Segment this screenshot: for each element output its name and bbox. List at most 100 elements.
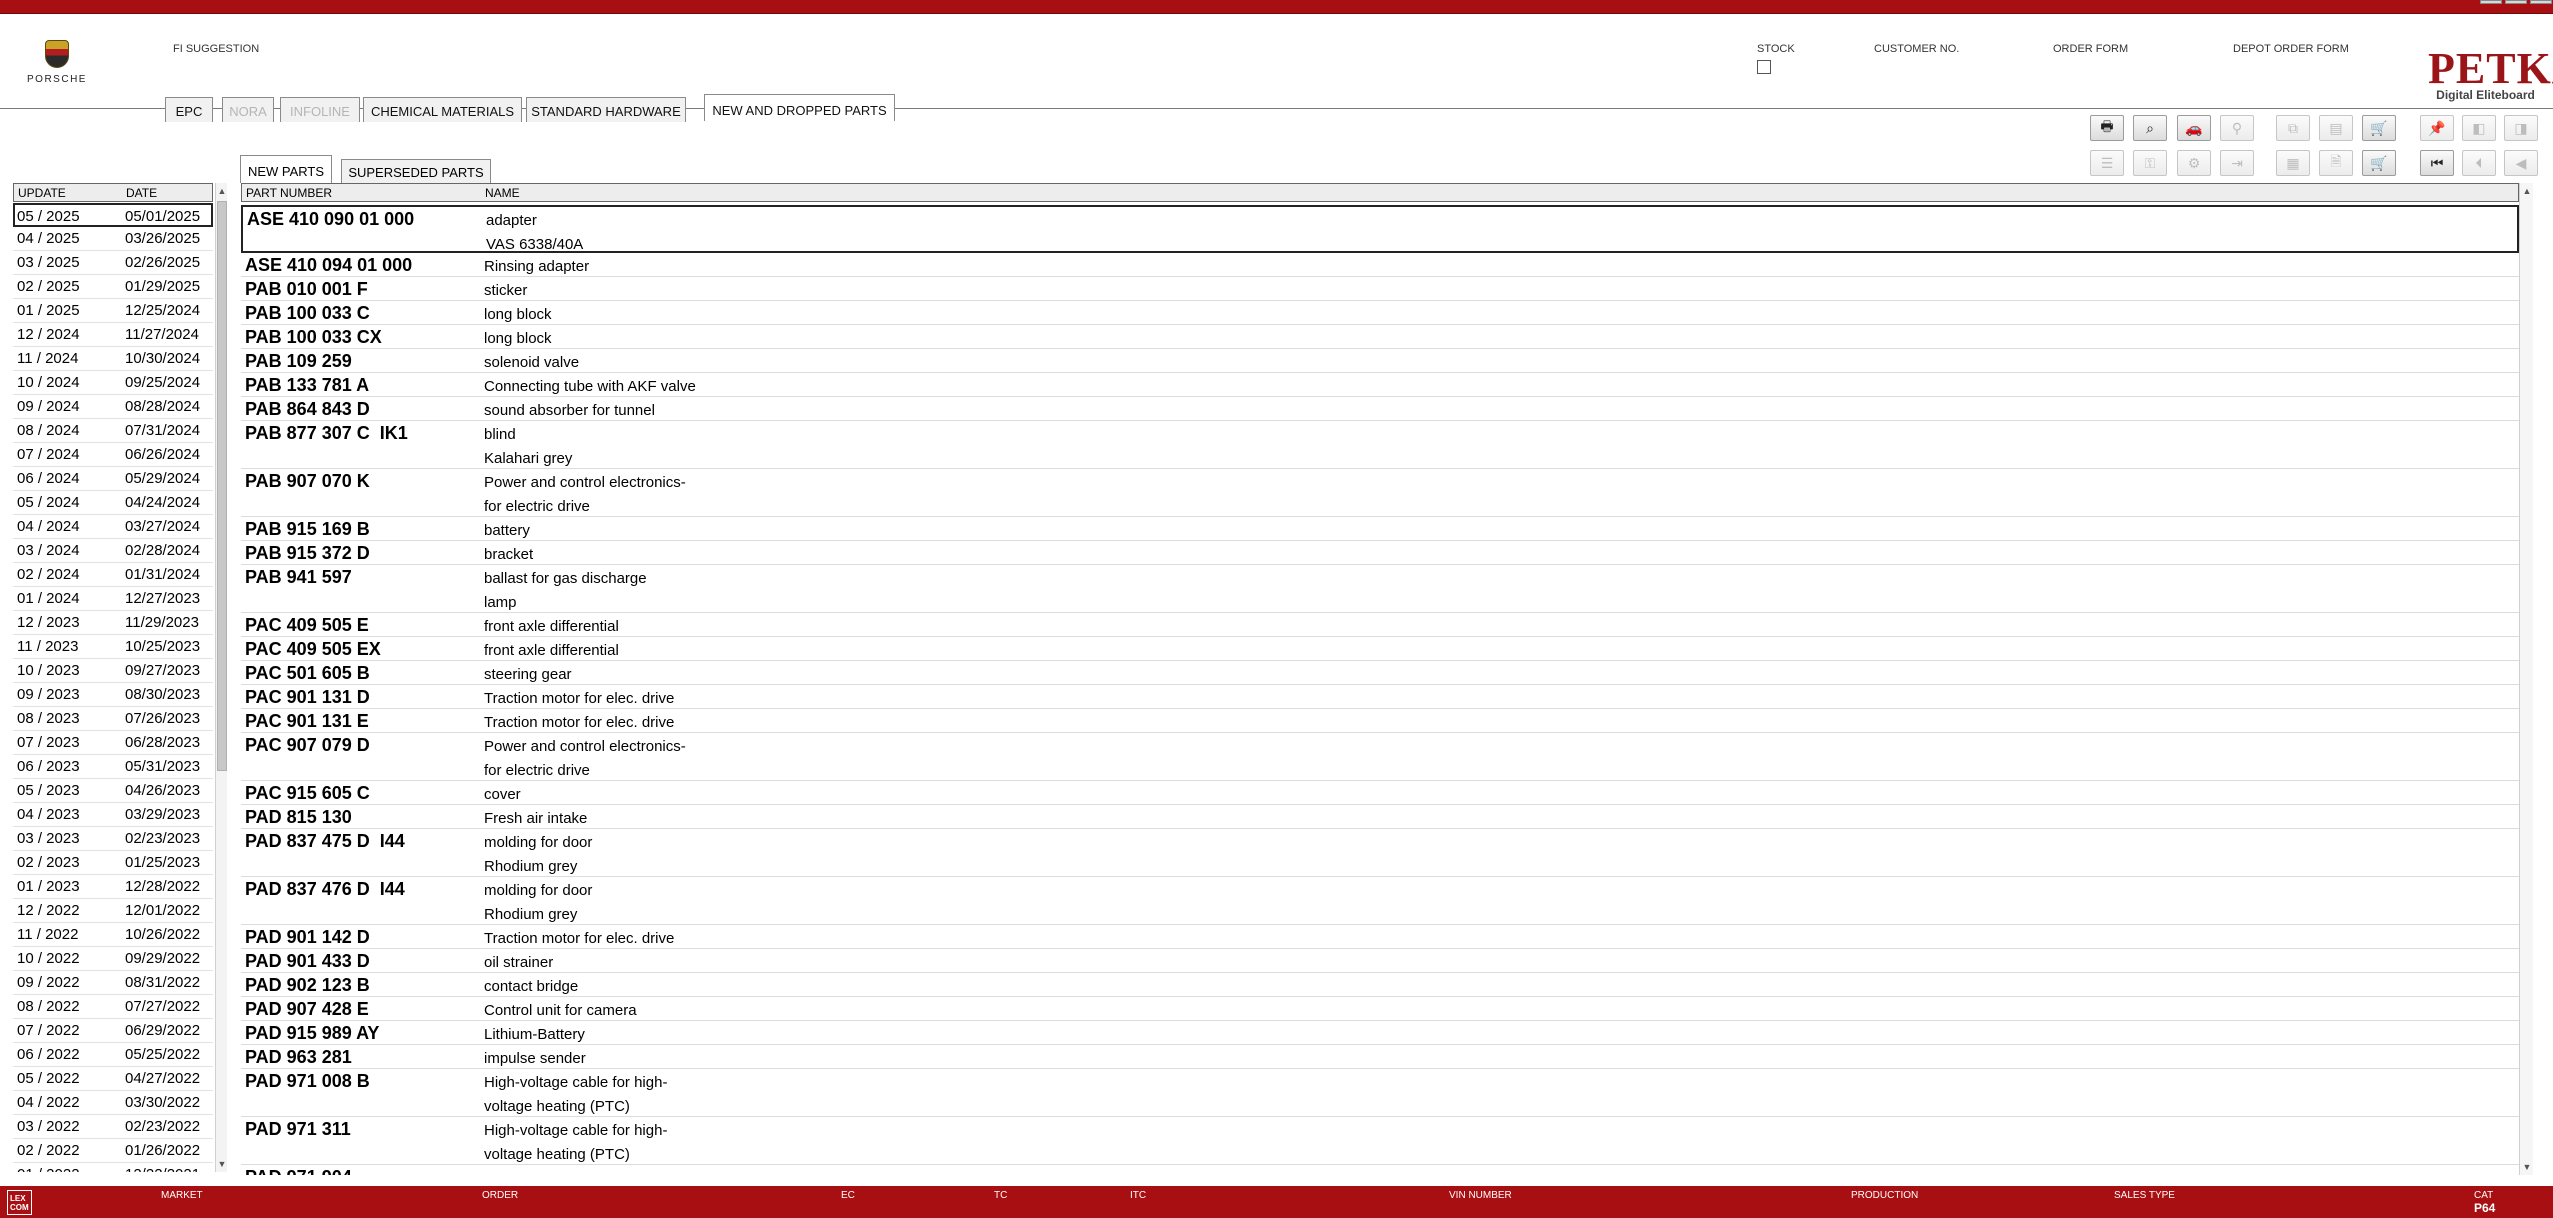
- order-form-label[interactable]: ORDER FORM: [2053, 43, 2128, 55]
- date-list-scroll-thumb[interactable]: [217, 201, 227, 771]
- customer-no-label[interactable]: CUSTOMER NO.: [1874, 43, 1959, 55]
- date-list-item[interactable]: 07 / 2024 06/26/2024: [13, 443, 213, 467]
- table-row[interactable]: PAD 837 476 D I44 molding for door Rhodium…: [241, 877, 2519, 925]
- document-button[interactable]: 🗎: [2319, 150, 2353, 176]
- cart-button[interactable]: 🛒: [2362, 115, 2396, 141]
- date-list-item[interactable]: 06 / 2022 05/25/2022: [13, 1043, 213, 1067]
- table-button[interactable]: ▦: [2276, 150, 2310, 176]
- date-list-item[interactable]: 08 / 2024 07/31/2024: [13, 419, 213, 443]
- production-field[interactable]: PRODUCTION: [1851, 1190, 1918, 1201]
- tab-superseded-parts[interactable]: SUPERSEDED PARTS: [341, 159, 491, 183]
- date-list-item[interactable]: 07 / 2023 06/28/2023: [13, 731, 213, 755]
- tab-new-and-dropped-parts[interactable]: NEW AND DROPPED PARTS: [704, 94, 895, 121]
- table-row[interactable]: PAD 815 130 Fresh air intake: [241, 805, 2519, 829]
- pin-button[interactable]: 📌: [2420, 115, 2454, 141]
- date-list-item[interactable]: 11 / 2022 10/26/2022: [13, 923, 213, 947]
- table-row[interactable]: PAD 907 428 E Control unit for camera: [241, 997, 2519, 1021]
- tab-new-parts[interactable]: NEW PARTS: [240, 155, 332, 183]
- table-row[interactable]: PAB 100 033 CX long block: [241, 325, 2519, 349]
- date-list-item[interactable]: 06 / 2023 05/31/2023: [13, 755, 213, 779]
- tab-nora[interactable]: NORA: [222, 97, 274, 122]
- date-list-item[interactable]: 05 / 2023 04/26/2023: [13, 779, 213, 803]
- magnifier-button[interactable]: ⌕: [2133, 115, 2167, 141]
- part-number-column-header[interactable]: PART NUMBER: [246, 186, 332, 200]
- table-row[interactable]: PAD 902 123 B contact bridge: [241, 973, 2519, 997]
- date-list-item[interactable]: 08 / 2022 07/27/2022: [13, 995, 213, 1019]
- date-list-item[interactable]: 04 / 2024 03/27/2024: [13, 515, 213, 539]
- car-button[interactable]: 🚗: [2177, 115, 2211, 141]
- table-row[interactable]: PAD 915 989 AY Lithium-Battery: [241, 1021, 2519, 1045]
- ec-field[interactable]: EC: [841, 1190, 855, 1201]
- depot-button[interactable]: ▤: [2319, 115, 2353, 141]
- tab-epc[interactable]: EPC: [165, 97, 213, 122]
- date-list-item[interactable]: 05 / 2022 04/27/2022: [13, 1067, 213, 1091]
- table-row[interactable]: PAB 877 307 C IK1 blind Kalahari grey: [241, 421, 2519, 469]
- table-row[interactable]: PAD 901 142 D Traction motor for elec. dr…: [241, 925, 2519, 949]
- table-row[interactable]: PAB 133 781 A Connecting tube with AKF va…: [241, 373, 2519, 397]
- date-list-item[interactable]: 03 / 2023 02/23/2023: [13, 827, 213, 851]
- date-list-item[interactable]: 05 / 2024 04/24/2024: [13, 491, 213, 515]
- table-row[interactable]: ASE 410 094 01 000 Rinsing adapter: [241, 253, 2519, 277]
- table-row[interactable]: PAB 915 169 B battery: [241, 517, 2519, 541]
- maximize-button[interactable]: [2505, 0, 2527, 4]
- date-list-item[interactable]: 12 / 2022 12/01/2022: [13, 899, 213, 923]
- table-row[interactable]: PAB 100 033 C long block: [241, 301, 2519, 325]
- date-list-item[interactable]: 03 / 2024 02/28/2024: [13, 539, 213, 563]
- first-page-button[interactable]: ⏮: [2420, 150, 2454, 176]
- table-row[interactable]: PAB 010 001 F sticker: [241, 277, 2519, 301]
- date-list-item[interactable]: 08 / 2023 07/26/2023: [13, 707, 213, 731]
- table-row[interactable]: PAB 109 259 solenoid valve: [241, 349, 2519, 373]
- scroll-up-icon[interactable]: ▲: [216, 185, 228, 197]
- table-row[interactable]: PAC 901 131 E Traction motor for elec. dr…: [241, 709, 2519, 733]
- tab-standard-hardware[interactable]: STANDARD HARDWARE: [526, 97, 686, 122]
- car-part-button[interactable]: ⚙: [2177, 150, 2211, 176]
- tab-infoline[interactable]: INFOLINE: [280, 97, 360, 122]
- search-car-button[interactable]: ⚲: [2220, 115, 2254, 141]
- network-button[interactable]: ⧉: [2276, 115, 2310, 141]
- date-list-item[interactable]: 12 / 2023 11/29/2023: [13, 611, 213, 635]
- list-button[interactable]: ☰: [2090, 150, 2124, 176]
- date-list-item[interactable]: 05 / 2025 05/01/2025: [13, 203, 213, 227]
- page-right-button[interactable]: ◨: [2504, 115, 2538, 141]
- date-list-item[interactable]: 11 / 2024 10/30/2024: [13, 347, 213, 371]
- key-button[interactable]: ⚿: [2133, 150, 2167, 176]
- name-column-header[interactable]: NAME: [485, 186, 520, 200]
- table-row[interactable]: PAD 963 281 impulse sender: [241, 1045, 2519, 1069]
- date-list-item[interactable]: 06 / 2024 05/29/2024: [13, 467, 213, 491]
- table-row[interactable]: PAD 901 433 D oil strainer: [241, 949, 2519, 973]
- table-row[interactable]: PAC 501 605 B steering gear: [241, 661, 2519, 685]
- date-list-item[interactable]: 09 / 2022 08/31/2022: [13, 971, 213, 995]
- stock-checkbox[interactable]: [1757, 60, 1771, 74]
- market-field[interactable]: MARKET: [161, 1190, 203, 1201]
- date-list-item[interactable]: 04 / 2025 03/26/2025: [13, 227, 213, 251]
- order-field[interactable]: ORDER: [482, 1190, 518, 1201]
- cart-add-button[interactable]: 🛒: [2362, 150, 2396, 176]
- date-list-item[interactable]: 04 / 2022 03/30/2022: [13, 1091, 213, 1115]
- date-list-item[interactable]: 02 / 2023 01/25/2023: [13, 851, 213, 875]
- date-list-item[interactable]: 01 / 2024 12/27/2023: [13, 587, 213, 611]
- sales-type-field[interactable]: SALES TYPE: [2114, 1190, 2175, 1201]
- table-row[interactable]: PAC 409 505 EX front axle differential: [241, 637, 2519, 661]
- table-row[interactable]: PAD 971 904 cover: [241, 1165, 2519, 1175]
- update-column-header[interactable]: UPDATE: [18, 186, 66, 200]
- parts-table-scrollbar[interactable]: ▲ ▼: [2519, 183, 2533, 1175]
- date-list-item[interactable]: 09 / 2023 08/30/2023: [13, 683, 213, 707]
- table-row[interactable]: PAC 915 605 C cover: [241, 781, 2519, 805]
- prev-page-button[interactable]: ⏴: [2462, 150, 2496, 176]
- table-row[interactable]: PAB 864 843 D sound absorber for tunnel: [241, 397, 2519, 421]
- table-row[interactable]: PAD 971 008 B High-voltage cable for high…: [241, 1069, 2519, 1117]
- back-button[interactable]: ◀: [2504, 150, 2538, 176]
- date-list-item[interactable]: 09 / 2024 08/28/2024: [13, 395, 213, 419]
- table-row[interactable]: PAB 915 372 D bracket: [241, 541, 2519, 565]
- date-list-item[interactable]: 04 / 2023 03/29/2023: [13, 803, 213, 827]
- date-list-item[interactable]: 10 / 2024 09/25/2024: [13, 371, 213, 395]
- scroll-up-icon[interactable]: ▲: [2520, 185, 2534, 197]
- date-list-item[interactable]: 12 / 2024 11/27/2024: [13, 323, 213, 347]
- date-column-header[interactable]: DATE: [126, 186, 157, 200]
- fi-suggestion-label[interactable]: FI SUGGESTION: [173, 43, 259, 55]
- depot-order-form-label[interactable]: DEPOT ORDER FORM: [2233, 43, 2349, 55]
- table-row[interactable]: ASE 410 090 01 000 adapter VAS 6338/40A: [241, 205, 2519, 253]
- date-list-item[interactable]: 02 / 2024 01/31/2024: [13, 563, 213, 587]
- vin-number-field[interactable]: VIN NUMBER: [1449, 1190, 1512, 1201]
- date-list-item[interactable]: 03 / 2022 02/23/2022: [13, 1115, 213, 1139]
